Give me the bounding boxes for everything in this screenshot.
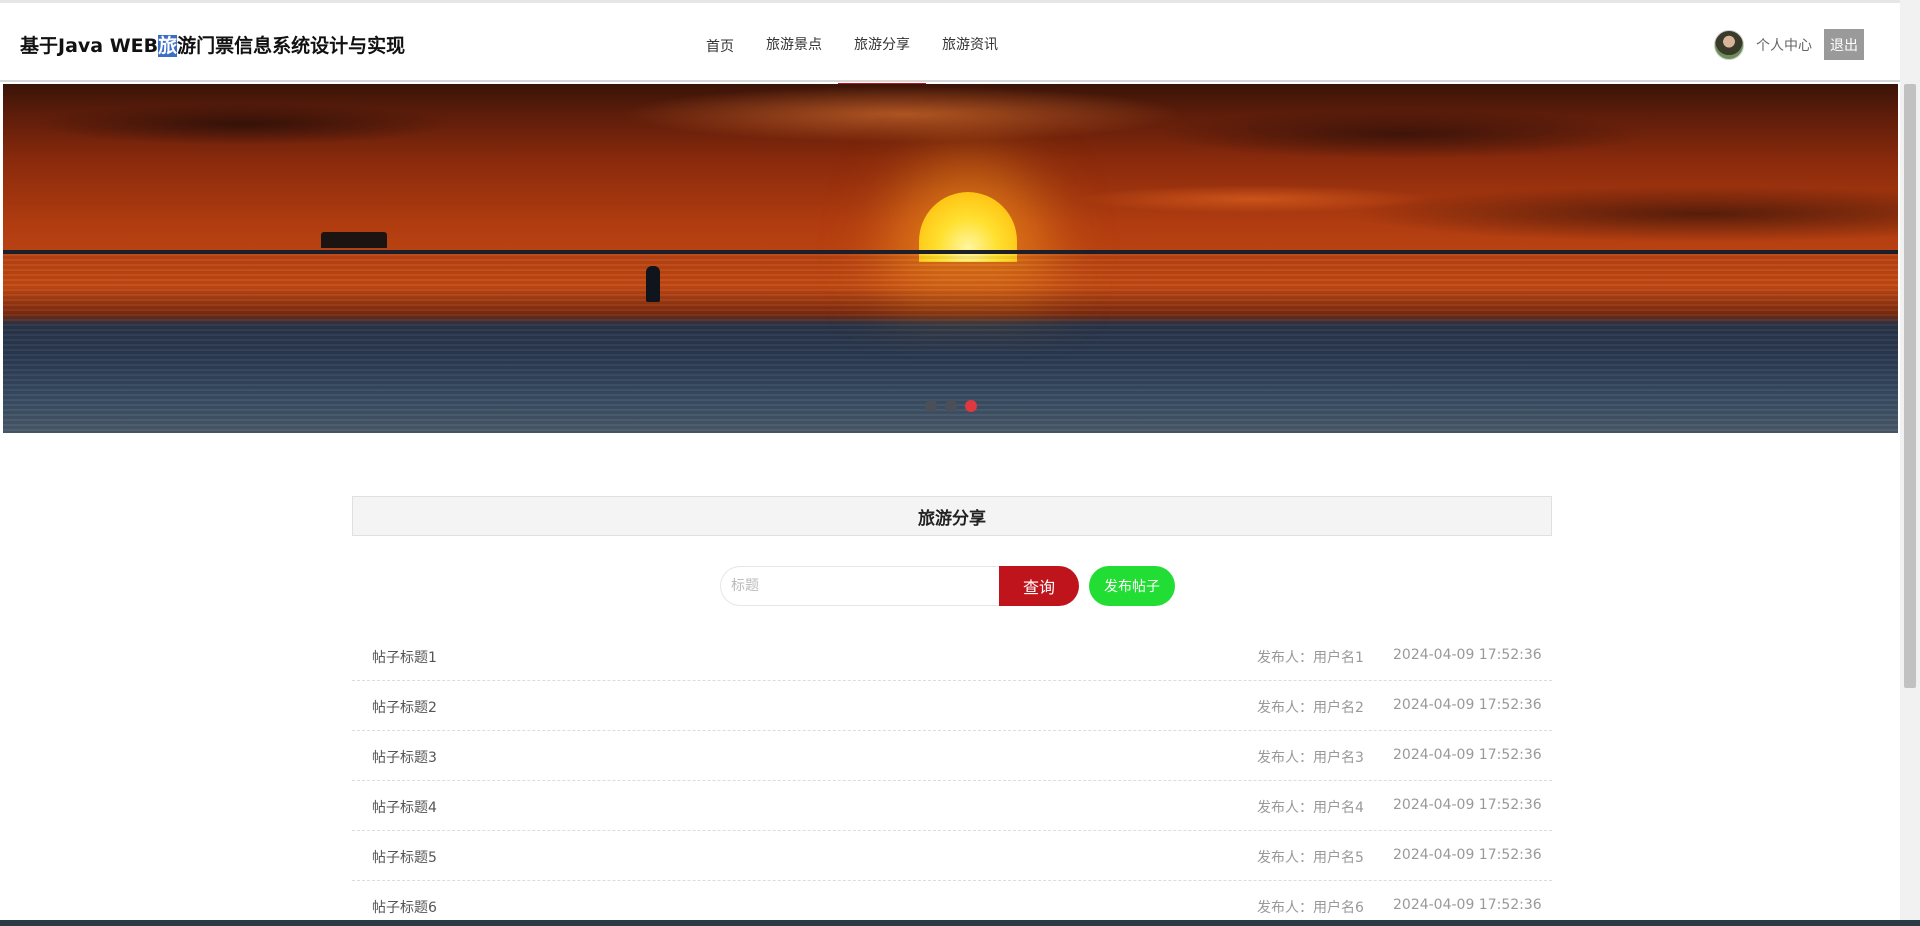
site-title-part1: 基于Java WEB — [20, 35, 159, 57]
post-time: 2024-04-09 17:52:36 — [1393, 797, 1542, 813]
post-author: 发布人：用户名5 — [1257, 850, 1364, 866]
post-title[interactable]: 帖子标题5 — [372, 847, 437, 867]
post-row[interactable]: 帖子标题2 发布人：用户名2 2024-04-09 17:52:36 — [352, 681, 1552, 731]
post-author: 发布人：用户名3 — [1257, 750, 1364, 766]
user-area: 个人中心 退出 — [1714, 29, 1864, 60]
post-author: 发布人：用户名4 — [1257, 800, 1364, 816]
ship-image — [321, 232, 387, 248]
post-row[interactable]: 帖子标题4 发布人：用户名4 2024-04-09 17:52:36 — [352, 781, 1552, 831]
nav-home[interactable]: 首页 — [690, 3, 750, 85]
site-title: 基于Java WEB旅游门票信息系统设计与实现 — [20, 31, 405, 58]
scrollbar-thumb[interactable] — [1904, 84, 1916, 688]
carousel-dot-1[interactable] — [925, 400, 937, 412]
header: 基于Java WEB旅游门票信息系统设计与实现 首页 旅游景点 旅游分享 旅游资… — [0, 0, 1900, 87]
search-input[interactable] — [720, 566, 1000, 606]
page: 基于Java WEB旅游门票信息系统设计与实现 首页 旅游景点 旅游分享 旅游资… — [0, 0, 1920, 926]
post-author: 发布人：用户名1 — [1257, 650, 1364, 666]
post-time: 2024-04-09 17:52:36 — [1393, 647, 1542, 663]
vertical-scrollbar[interactable] — [1900, 0, 1920, 926]
post-row[interactable]: 帖子标题5 发布人：用户名5 2024-04-09 17:52:36 — [352, 831, 1552, 881]
banner-carousel[interactable] — [3, 84, 1898, 433]
site-title-part2: 游门票信息系统设计与实现 — [177, 35, 406, 57]
post-title[interactable]: 帖子标题2 — [372, 697, 437, 717]
carousel-dot-3[interactable] — [965, 400, 977, 412]
search-button[interactable]: 查询 — [999, 566, 1079, 606]
post-row[interactable]: 帖子标题3 发布人：用户名3 2024-04-09 17:52:36 — [352, 731, 1552, 781]
post-time: 2024-04-09 17:52:36 — [1393, 747, 1542, 763]
post-title[interactable]: 帖子标题4 — [372, 797, 437, 817]
nav-travel-news[interactable]: 旅游资讯 — [926, 3, 1014, 85]
nav-attractions[interactable]: 旅游景点 — [750, 3, 838, 85]
buoy-image — [646, 266, 660, 302]
nav-travel-share[interactable]: 旅游分享 — [838, 3, 926, 87]
post-list: 帖子标题1 发布人：用户名1 2024-04-09 17:52:36 帖子标题2… — [352, 631, 1552, 926]
post-title[interactable]: 帖子标题6 — [372, 897, 437, 917]
publish-post-button[interactable]: 发布帖子 — [1089, 566, 1175, 606]
carousel-dot-2[interactable] — [945, 400, 957, 412]
site-title-selected-char: 旅 — [158, 35, 178, 57]
post-row[interactable]: 帖子标题1 发布人：用户名1 2024-04-09 17:52:36 — [352, 631, 1552, 681]
carousel-dots — [925, 400, 977, 412]
post-author: 发布人：用户名6 — [1257, 900, 1364, 916]
taskbar-edge — [0, 920, 1920, 926]
post-time: 2024-04-09 17:52:36 — [1393, 847, 1542, 863]
post-author: 发布人：用户名2 — [1257, 700, 1364, 716]
post-title[interactable]: 帖子标题3 — [372, 747, 437, 767]
post-time: 2024-04-09 17:52:36 — [1393, 697, 1542, 713]
user-center-link[interactable]: 个人中心 — [1756, 35, 1812, 55]
post-time: 2024-04-09 17:52:36 — [1393, 897, 1542, 913]
post-title[interactable]: 帖子标题1 — [372, 647, 437, 667]
main-nav: 首页 旅游景点 旅游分享 旅游资讯 — [690, 3, 1014, 87]
logout-button[interactable]: 退出 — [1824, 29, 1864, 60]
avatar[interactable] — [1714, 29, 1744, 60]
section-title: 旅游分享 — [352, 496, 1552, 536]
